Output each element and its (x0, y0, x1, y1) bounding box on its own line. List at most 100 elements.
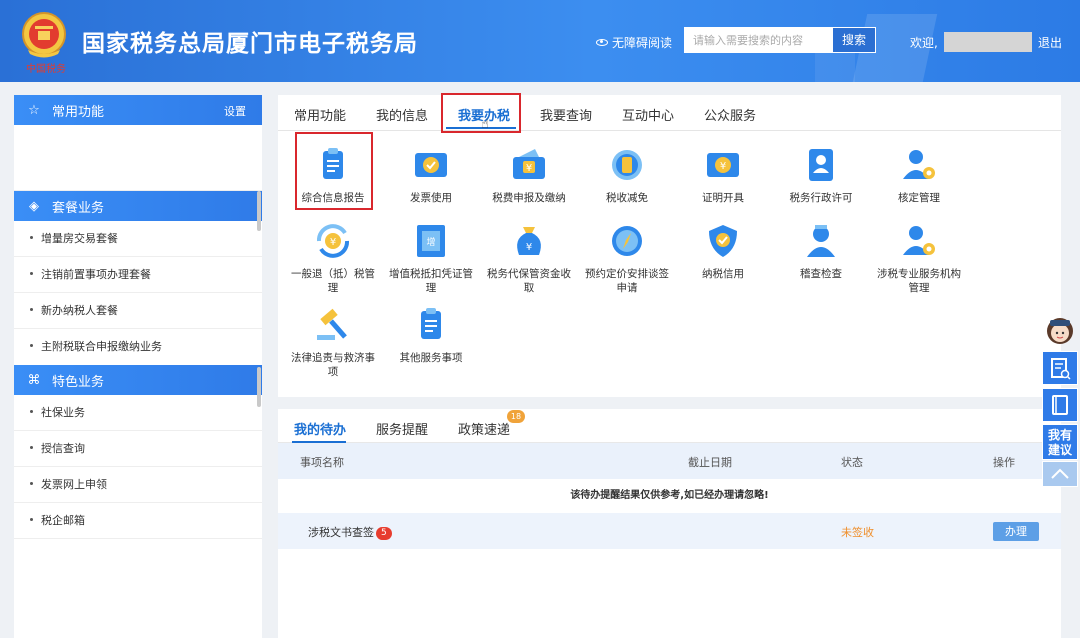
tab-common[interactable]: 常用功能 (294, 105, 346, 124)
service-label: 涉税专业服务机构管理 (877, 268, 961, 294)
svg-text:中国税务: 中国税务 (26, 62, 66, 74)
inspector-icon (807, 225, 835, 257)
search-input[interactable] (684, 27, 832, 53)
service-item[interactable]: 增增值税抵扣凭证管理 (386, 221, 476, 295)
compass-icon (612, 226, 642, 256)
id-card-icon (809, 149, 833, 181)
service-label: 法律追责与救济事项 (291, 352, 375, 378)
chevron-up-icon (1051, 468, 1069, 479)
sidebar-item-label: 税企邮箱 (41, 514, 85, 527)
star-icon: ☆ (28, 102, 40, 118)
suggestion-button[interactable]: 我有建议 (1042, 424, 1078, 460)
service-label: 纳税信用 (702, 268, 744, 280)
sidebar-feature-header[interactable]: ⌘ 特色业务 (14, 365, 262, 395)
sidebar-feature-list: 社保业务 授信查询 发票网上申领 税企邮箱 (14, 395, 262, 539)
service-panel: 常用功能 我的信息 我要办税 我要查询 互动中心 公众服务 ☝ 综合信息报告 发票… (278, 93, 1061, 397)
username-redacted (944, 32, 1032, 52)
sidebar-scrollbar[interactable] (257, 191, 261, 231)
todo-notice: 该待办提醒结果仅供参考,如已经办理请忽略! (570, 490, 769, 501)
service-item[interactable]: ¥ 税务代保管资金收取 (484, 221, 574, 295)
tab-my-todo[interactable]: 我的待办 (294, 419, 346, 438)
service-label: 税费申报及缴纳 (492, 192, 566, 204)
tax-emblem-logo: 中国税务 (22, 12, 66, 74)
sidebar-item[interactable]: 发票网上申领 (14, 467, 262, 503)
service-item[interactable]: 核定管理 (874, 145, 964, 205)
tab-query[interactable]: 我要查询 (540, 105, 592, 124)
service-item[interactable]: 稽查检查 (776, 221, 866, 281)
sidebar-item[interactable]: 新办纳税人套餐 (14, 293, 262, 329)
sidebar-feature-title: 特色业务 (52, 374, 105, 390)
handle-button[interactable]: 办理 (993, 522, 1039, 541)
sidebar-item[interactable]: 授信查询 (14, 431, 262, 467)
service-label: 增值税抵扣凭证管理 (389, 268, 473, 294)
tab-policy-express[interactable]: 政策速递 (458, 419, 510, 438)
svg-text:¥: ¥ (330, 237, 336, 248)
sidebar-item-label: 社保业务 (41, 406, 85, 419)
service-label: 综合信息报告 (301, 192, 365, 204)
refund-cycle-icon: ¥ (317, 224, 349, 258)
service-label: 稽查检查 (800, 268, 842, 280)
bullet-icon (30, 446, 33, 449)
sidebar-scrollbar[interactable] (257, 367, 261, 407)
header-bar: 中国税务 国家税务总局厦门市电子税务局 无障碍阅读 搜索 欢迎, 退出 (0, 0, 1080, 82)
tab-public-service[interactable]: 公众服务 (704, 105, 756, 124)
service-item[interactable]: 预约定价安排谈签申请 (582, 221, 672, 295)
sidebar-item[interactable]: 增量房交易套餐 (14, 221, 262, 257)
user-gear-icon (903, 150, 935, 179)
todo-item-name[interactable]: 涉税文书查签 5 (308, 524, 392, 540)
bullet-icon (30, 482, 33, 485)
service-label: 证明开具 (702, 192, 744, 204)
document-search-icon (1051, 358, 1071, 380)
search-button[interactable]: 搜索 (832, 27, 876, 53)
service-item[interactable]: ¥ 税费申报及缴纳 (484, 145, 574, 205)
column-header: 操作 (993, 456, 1015, 469)
assistant-avatar-icon[interactable] (1042, 312, 1078, 350)
sidebar-item-label: 注销前置事项办理套餐 (41, 268, 151, 281)
logout-link[interactable]: 退出 (1038, 34, 1062, 51)
suggestion-label: 我有建议 (1047, 428, 1072, 457)
sidebar-item[interactable]: 社保业务 (14, 395, 262, 431)
sidebar-package-header[interactable]: ◈ 套餐业务 (14, 191, 262, 221)
layers-icon: ◈ (29, 198, 39, 214)
service-item[interactable]: 税务行政许可 (776, 145, 866, 205)
column-header: 事项名称 (300, 456, 344, 469)
float-book-button[interactable] (1042, 388, 1078, 422)
money-bag-icon: ¥ (517, 227, 541, 255)
table-row: 涉税文书查签 5 未签收 办理 (278, 513, 1061, 549)
service-item[interactable]: 其他服务事项 (386, 305, 476, 365)
back-to-top-button[interactable] (1042, 461, 1078, 487)
hand-cursor-icon: ☝ (481, 117, 489, 132)
service-item[interactable]: 法律追责与救济事项 (288, 305, 378, 379)
clipboard-icon (421, 308, 441, 339)
service-item[interactable]: 税收减免 (582, 145, 672, 205)
service-item[interactable]: 发票使用 (386, 145, 476, 205)
service-item[interactable]: 涉税专业服务机构管理 (874, 221, 964, 295)
user-gear-icon (903, 226, 935, 255)
policy-count-badge: 18 (507, 410, 525, 423)
sidebar-common-header[interactable]: ☆ 常用功能 设置 (14, 95, 262, 125)
service-item[interactable]: ¥ 证明开具 (678, 145, 768, 205)
float-doc-search-button[interactable] (1042, 351, 1078, 385)
service-item[interactable]: 纳税信用 (678, 221, 768, 281)
wallet-icon: ¥ (513, 149, 545, 179)
sidebar-common-empty (14, 125, 262, 191)
sidebar-settings-link[interactable]: 设置 (224, 103, 246, 119)
sidebar-item[interactable]: 税企邮箱 (14, 503, 262, 539)
svg-text:增: 增 (426, 236, 435, 248)
service-item[interactable]: ¥ 一般退（抵）税管理 (288, 221, 378, 295)
sidebar-item-label: 增量房交易套餐 (41, 232, 118, 245)
sidebar-item[interactable]: 注销前置事项办理套餐 (14, 257, 262, 293)
service-item[interactable]: 综合信息报告 (288, 145, 378, 205)
book-icon (1052, 395, 1068, 415)
tab-service-reminder[interactable]: 服务提醒 (376, 419, 428, 438)
tab-interaction[interactable]: 互动中心 (622, 105, 674, 124)
eye-icon (596, 39, 608, 46)
bullet-icon (30, 518, 33, 521)
todo-panel: 我的待办 服务提醒 政策速递 18 事项名称 截止日期 状态 操作 该待办提醒结… (278, 409, 1061, 638)
sidebar-item[interactable]: 主附税联合申报缴纳业务 (14, 329, 262, 365)
tab-my-info[interactable]: 我的信息 (376, 105, 428, 124)
accessibility-link[interactable]: 无障碍阅读 (596, 34, 672, 51)
site-title: 国家税务总局厦门市电子税务局 (82, 31, 418, 57)
sidebar-package-title: 套餐业务 (52, 200, 105, 216)
column-header: 状态 (841, 456, 863, 469)
